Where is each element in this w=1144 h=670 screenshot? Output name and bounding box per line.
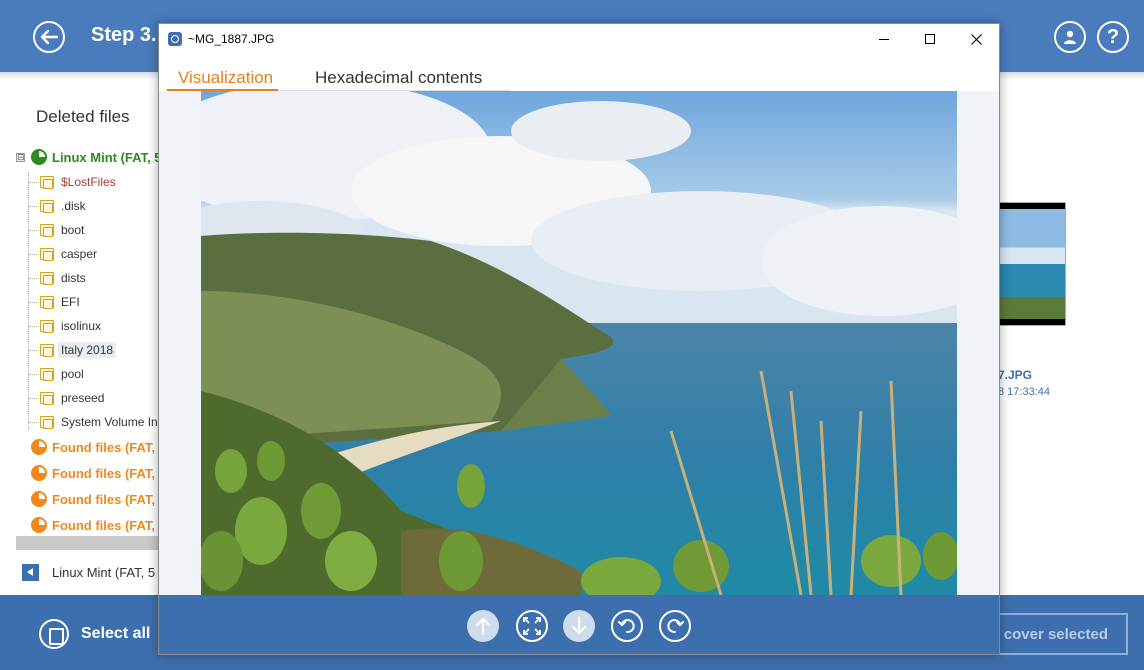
fit-to-screen-button[interactable] xyxy=(516,610,548,642)
tree-item-isolinux[interactable]: isolinux xyxy=(28,316,104,336)
partition-status-icon xyxy=(31,517,47,533)
previous-file-button[interactable] xyxy=(467,610,499,642)
arrow-up-icon xyxy=(475,617,491,635)
rotate-left-button[interactable] xyxy=(611,610,643,642)
select-all-icon xyxy=(39,619,69,649)
partition-status-icon xyxy=(31,439,47,455)
tree-item-efi[interactable]: EFI xyxy=(28,292,83,312)
tree-item-label: isolinux xyxy=(61,319,102,333)
tree-item-label: EFI xyxy=(61,295,80,309)
file-thumbnail[interactable] xyxy=(998,202,1066,326)
tab-visualization[interactable]: Visualization xyxy=(178,68,273,88)
tree-item-system-volume[interactable]: System Volume In xyxy=(28,412,161,432)
help-icon: ? xyxy=(1106,25,1120,48)
tree-item-label: pool xyxy=(61,367,84,381)
partition-status-icon xyxy=(31,465,47,481)
collapse-icon[interactable]: ⊟ xyxy=(16,152,25,162)
tree-found-files-3[interactable]: Found files (FAT, xyxy=(31,489,155,509)
tree-item-disk[interactable]: .disk xyxy=(28,196,89,216)
user-icon xyxy=(1064,30,1076,44)
fit-screen-icon xyxy=(523,617,541,635)
close-icon xyxy=(970,33,982,45)
tab-hexadecimal[interactable]: Hexadecimal contents xyxy=(315,68,482,88)
file-name: 7.JPG xyxy=(998,368,1033,382)
tree-root-label: Linux Mint (FAT, 5 xyxy=(52,149,162,165)
select-all-button[interactable]: Select all xyxy=(39,619,150,649)
arrow-down-icon xyxy=(571,617,587,635)
tree-item-dists[interactable]: dists xyxy=(28,268,89,288)
found-files-label: Found files (FAT, xyxy=(52,491,156,507)
tree-item-label: casper xyxy=(61,247,98,261)
dialog-title: ~MG_1887.JPG xyxy=(188,32,275,46)
folder-icon xyxy=(40,176,54,189)
triangle-left-icon[interactable] xyxy=(22,564,39,581)
folder-icon xyxy=(40,200,54,213)
app-icon xyxy=(168,32,182,46)
folder-icon xyxy=(40,224,54,237)
tree-found-files-4[interactable]: Found files (FAT, xyxy=(31,515,155,535)
folder-icon xyxy=(40,416,54,429)
tree-item-pool[interactable]: pool xyxy=(28,364,87,384)
recover-selected-label: cover selected xyxy=(1003,625,1108,643)
folder-icon xyxy=(40,248,54,261)
image-preview xyxy=(201,91,957,595)
step-title: Step 3. xyxy=(91,24,157,46)
close-button[interactable] xyxy=(953,24,999,54)
preview-area xyxy=(159,91,999,595)
tree-item-label: dists xyxy=(61,271,86,285)
account-button[interactable] xyxy=(1054,21,1086,53)
found-files-label: Found files (FAT, xyxy=(52,439,156,455)
panel-heading: Deleted files xyxy=(36,107,130,126)
tree-item-label: System Volume In xyxy=(61,415,158,429)
tree-item-boot[interactable]: boot xyxy=(28,220,87,240)
tree-root-linux-mint[interactable]: ⊟ Linux Mint (FAT, 5 xyxy=(16,147,162,167)
rotate-left-icon xyxy=(618,619,635,634)
folder-icon xyxy=(40,392,54,405)
found-files-label: Found files (FAT, xyxy=(52,517,156,533)
folder-icon xyxy=(40,368,54,381)
partition-status-icon xyxy=(31,149,47,165)
preview-toolbar xyxy=(159,595,999,654)
maximize-button[interactable] xyxy=(907,24,953,54)
back-button[interactable] xyxy=(33,21,65,53)
tree-found-files-1[interactable]: Found files (FAT, xyxy=(31,437,155,457)
minimize-icon xyxy=(879,38,889,40)
drive-tab-label: Linux Mint (FAT, 5 xyxy=(52,565,156,580)
folder-icon xyxy=(40,320,54,333)
tree-horizontal-scrollbar[interactable] xyxy=(16,536,160,550)
folder-icon xyxy=(40,344,54,357)
tree-found-files-2[interactable]: Found files (FAT, xyxy=(31,463,155,483)
minimize-button[interactable] xyxy=(861,24,907,54)
file-date: 8 17:33:44 xyxy=(998,386,1050,398)
arrow-left-icon xyxy=(40,29,58,45)
tree-item-lostfiles[interactable]: $LostFiles xyxy=(28,172,119,192)
dialog-tabs: Visualization Hexadecimal contents xyxy=(159,54,999,92)
tree-item-casper[interactable]: casper xyxy=(28,244,100,264)
tree-item-label: Italy 2018 xyxy=(58,342,117,358)
found-files-label: Found files (FAT, xyxy=(52,465,156,481)
rotate-right-button[interactable] xyxy=(659,610,691,642)
tree-item-label: preseed xyxy=(61,391,105,405)
partition-status-icon xyxy=(31,491,47,507)
tree-item-preseed[interactable]: preseed xyxy=(28,388,107,408)
rotate-right-icon xyxy=(667,619,684,634)
tree-item-label: $LostFiles xyxy=(61,175,116,189)
tree-item-label: boot xyxy=(61,223,85,237)
folder-icon xyxy=(40,272,54,285)
maximize-icon xyxy=(925,34,935,44)
dialog-titlebar[interactable]: ~MG_1887.JPG xyxy=(159,24,999,54)
preview-dialog: ~MG_1887.JPG Visualization Hexadecimal c… xyxy=(158,23,1000,655)
select-all-label: Select all xyxy=(81,625,151,642)
folder-icon xyxy=(40,296,54,309)
tree-item-label: .disk xyxy=(61,199,86,213)
tree-item-italy-2018[interactable]: Italy 2018 xyxy=(28,340,117,360)
help-button[interactable]: ? xyxy=(1097,21,1129,53)
next-file-button[interactable] xyxy=(563,610,595,642)
drive-tab[interactable]: Linux Mint (FAT, 5 xyxy=(22,564,155,581)
